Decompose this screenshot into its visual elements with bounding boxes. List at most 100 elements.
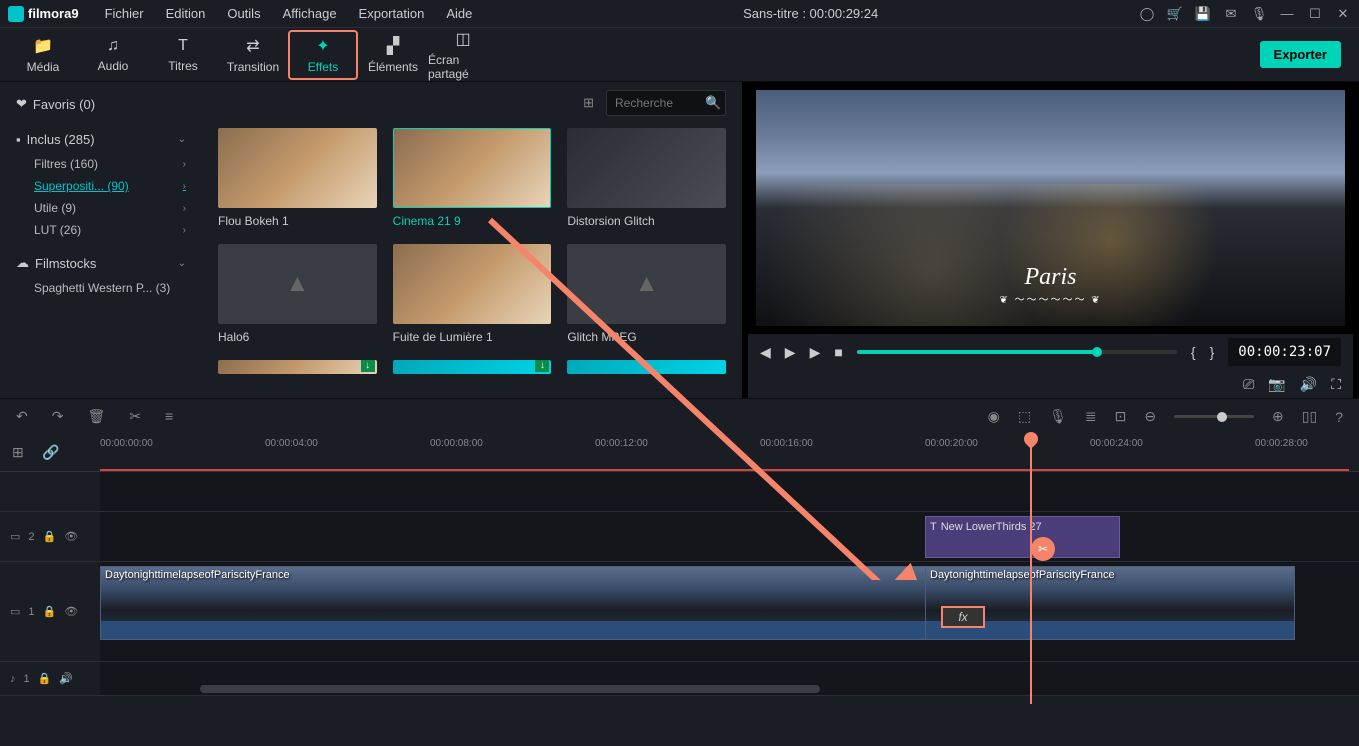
lock-icon[interactable]: 🔒 xyxy=(43,530,57,543)
effect-halo6[interactable]: ▲Halo6 xyxy=(218,244,377,344)
save-icon[interactable]: 💾 xyxy=(1195,6,1211,22)
redo-icon[interactable]: ↷ xyxy=(52,408,64,425)
scissors-icon[interactable]: ✂ xyxy=(1031,537,1055,561)
sidebar-inclus[interactable]: ▪ Inclus (285)⌄ xyxy=(12,126,190,153)
scrubber-thumb[interactable] xyxy=(1092,347,1102,357)
sidebar: ❤ Favoris (0) ▪ Inclus (285)⌄ Filtres (1… xyxy=(0,82,202,398)
horizontal-scrollbar[interactable] xyxy=(200,685,820,693)
user-icon[interactable]: ◯ xyxy=(1139,6,1155,22)
effect-flou-bokeh[interactable]: Flou Bokeh 1 xyxy=(218,128,377,228)
cut-icon[interactable]: ✂ xyxy=(129,408,141,425)
marker-icon[interactable]: ⬚ xyxy=(1018,408,1031,425)
maximize-icon[interactable]: ☐ xyxy=(1307,6,1323,22)
ruler-mark: 00:00:28:00 xyxy=(1255,438,1308,449)
eye-icon[interactable]: 👁 xyxy=(64,605,78,618)
menu-affichage[interactable]: Affichage xyxy=(273,2,347,25)
menu-exportation[interactable]: Exportation xyxy=(349,2,435,25)
effect-fuite-lumiere[interactable]: Fuite de Lumière 1 xyxy=(393,244,552,344)
effect-extra-1[interactable]: ↓ xyxy=(218,360,377,374)
fx-badge[interactable]: fx xyxy=(941,606,985,628)
snapshot-icon[interactable]: 📷 xyxy=(1268,376,1285,393)
sidebar-filtres[interactable]: Filtres (160)› xyxy=(12,153,190,175)
track-add-icon[interactable]: ⊞ xyxy=(12,444,24,461)
export-button[interactable]: Exporter xyxy=(1260,41,1341,68)
link-icon[interactable]: 🔗 xyxy=(42,444,59,461)
fullscreen-icon[interactable]: ⛶ xyxy=(1331,376,1341,393)
sidebar-favoris[interactable]: ❤ Favoris (0) xyxy=(12,90,190,118)
lock-icon[interactable]: 🔒 xyxy=(43,605,57,618)
zoom-in-icon[interactable]: ⊕ xyxy=(1272,408,1284,425)
track-body[interactable] xyxy=(100,472,1359,511)
delete-icon[interactable]: 🗑 xyxy=(87,408,105,425)
play-icon[interactable]: ▶ xyxy=(785,344,796,361)
crop-icon[interactable]: ⊡ xyxy=(1115,408,1127,425)
cart-icon[interactable]: 🛒 xyxy=(1167,6,1183,22)
ruler-mark: 00:00:04:00 xyxy=(265,438,318,449)
title-clip[interactable]: T New LowerThirds 27 ✂ xyxy=(925,516,1120,558)
menu-edition[interactable]: Edition xyxy=(156,2,216,25)
menu-outils[interactable]: Outils xyxy=(217,2,270,25)
tab-transition[interactable]: ⇄Transition xyxy=(218,30,288,80)
zoom-out-icon[interactable]: ⊖ xyxy=(1144,408,1156,425)
help-icon[interactable]: ? xyxy=(1335,409,1343,425)
settings-icon[interactable]: ≡ xyxy=(165,408,173,425)
record-icon[interactable]: 🎙 xyxy=(1049,408,1067,425)
preview-video[interactable]: Paris ❦ ～～～～～～ ❦ xyxy=(756,90,1345,326)
prev-frame-icon[interactable]: ◀ xyxy=(760,344,771,361)
effect-cinema-21-9[interactable]: Cinema 21 9 xyxy=(393,128,552,228)
effects-header: ⊞ 🔍 xyxy=(218,90,726,116)
video-track-icon: ▭ xyxy=(10,605,20,618)
bracket-left-icon[interactable]: { xyxy=(1191,344,1196,360)
tab-splitscreen[interactable]: ◫Écran partagé xyxy=(428,30,498,80)
preview-timecode: 00:00:23:07 xyxy=(1228,338,1341,366)
tab-audio[interactable]: ♫Audio xyxy=(78,30,148,80)
menu-aide[interactable]: Aide xyxy=(436,2,482,25)
stop-icon[interactable]: ■ xyxy=(834,344,842,360)
volume-icon[interactable]: 🔊 xyxy=(1300,376,1317,393)
search-icon[interactable]: 🔍 xyxy=(705,95,721,111)
grid-view-icon[interactable]: ⊞ xyxy=(583,95,594,111)
timeline-ruler[interactable]: ⊞ 🔗 00:00:00:00 00:00:04:00 00:00:08:00 … xyxy=(0,434,1359,472)
tab-effets[interactable]: ✦Effets xyxy=(288,30,358,80)
zoom-slider[interactable] xyxy=(1174,415,1254,418)
render-icon[interactable]: ◉ xyxy=(988,408,1000,425)
close-icon[interactable]: ✕ xyxy=(1335,6,1351,22)
track-body[interactable]: T New LowerThirds 27 ✂ xyxy=(100,512,1359,561)
track-body[interactable]: DaytonighttimelapseofPariscityFrance Day… xyxy=(100,562,1359,661)
transition-icon: ⇄ xyxy=(246,36,259,56)
sidebar-filmstocks[interactable]: ☁ Filmstocks⌄ xyxy=(12,249,190,277)
tab-elements[interactable]: ▞Éléments xyxy=(358,30,428,80)
track-body[interactable] xyxy=(100,662,1359,695)
mixer-icon[interactable]: ≣ xyxy=(1085,408,1097,425)
tab-media[interactable]: 📁Média xyxy=(8,30,78,80)
minimize-icon[interactable]: — xyxy=(1279,6,1295,22)
mail-icon[interactable]: ✉ xyxy=(1223,6,1239,22)
speaker-icon[interactable]: 🔊 xyxy=(59,672,73,685)
effect-thumb: ▲ xyxy=(218,244,377,324)
play2-icon[interactable]: ▶ xyxy=(810,344,821,361)
effect-glitch-mpeg[interactable]: ▲Glitch MPEG xyxy=(567,244,726,344)
lock-icon[interactable]: 🔒 xyxy=(38,672,52,685)
undo-icon[interactable]: ↶ xyxy=(16,408,28,425)
track-head: ♪1 🔒 🔊 xyxy=(0,662,100,695)
playhead[interactable] xyxy=(1030,434,1032,704)
effect-extra-3[interactable] xyxy=(567,360,726,374)
sidebar-superpositions[interactable]: Superpositi... (90)› xyxy=(12,175,190,197)
sidebar-spaghetti[interactable]: Spaghetti Western P... (3) xyxy=(12,277,190,299)
search-input[interactable] xyxy=(615,96,705,110)
fit-icon[interactable]: ▯▯ xyxy=(1302,408,1317,425)
menu-fichier[interactable]: Fichier xyxy=(95,2,154,25)
eye-icon[interactable]: 👁 xyxy=(64,530,78,543)
sidebar-utile[interactable]: Utile (9)› xyxy=(12,197,190,219)
mic-icon[interactable]: 🎙 xyxy=(1251,6,1267,22)
sidebar-lut[interactable]: LUT (26)› xyxy=(12,219,190,241)
zoom-thumb[interactable] xyxy=(1217,412,1227,422)
tab-titres[interactable]: TTitres xyxy=(148,30,218,80)
preview-scrubber[interactable] xyxy=(857,350,1177,354)
video-clip-2[interactable]: DaytonighttimelapseofPariscityFrance xyxy=(925,566,1295,640)
search-box[interactable]: 🔍 xyxy=(606,90,726,116)
bracket-right-icon[interactable]: } xyxy=(1210,344,1215,360)
effect-extra-2[interactable]: ↓ xyxy=(393,360,552,374)
quality-icon[interactable]: ⎚ xyxy=(1243,376,1254,393)
effect-distorsion-glitch[interactable]: Distorsion Glitch xyxy=(567,128,726,228)
